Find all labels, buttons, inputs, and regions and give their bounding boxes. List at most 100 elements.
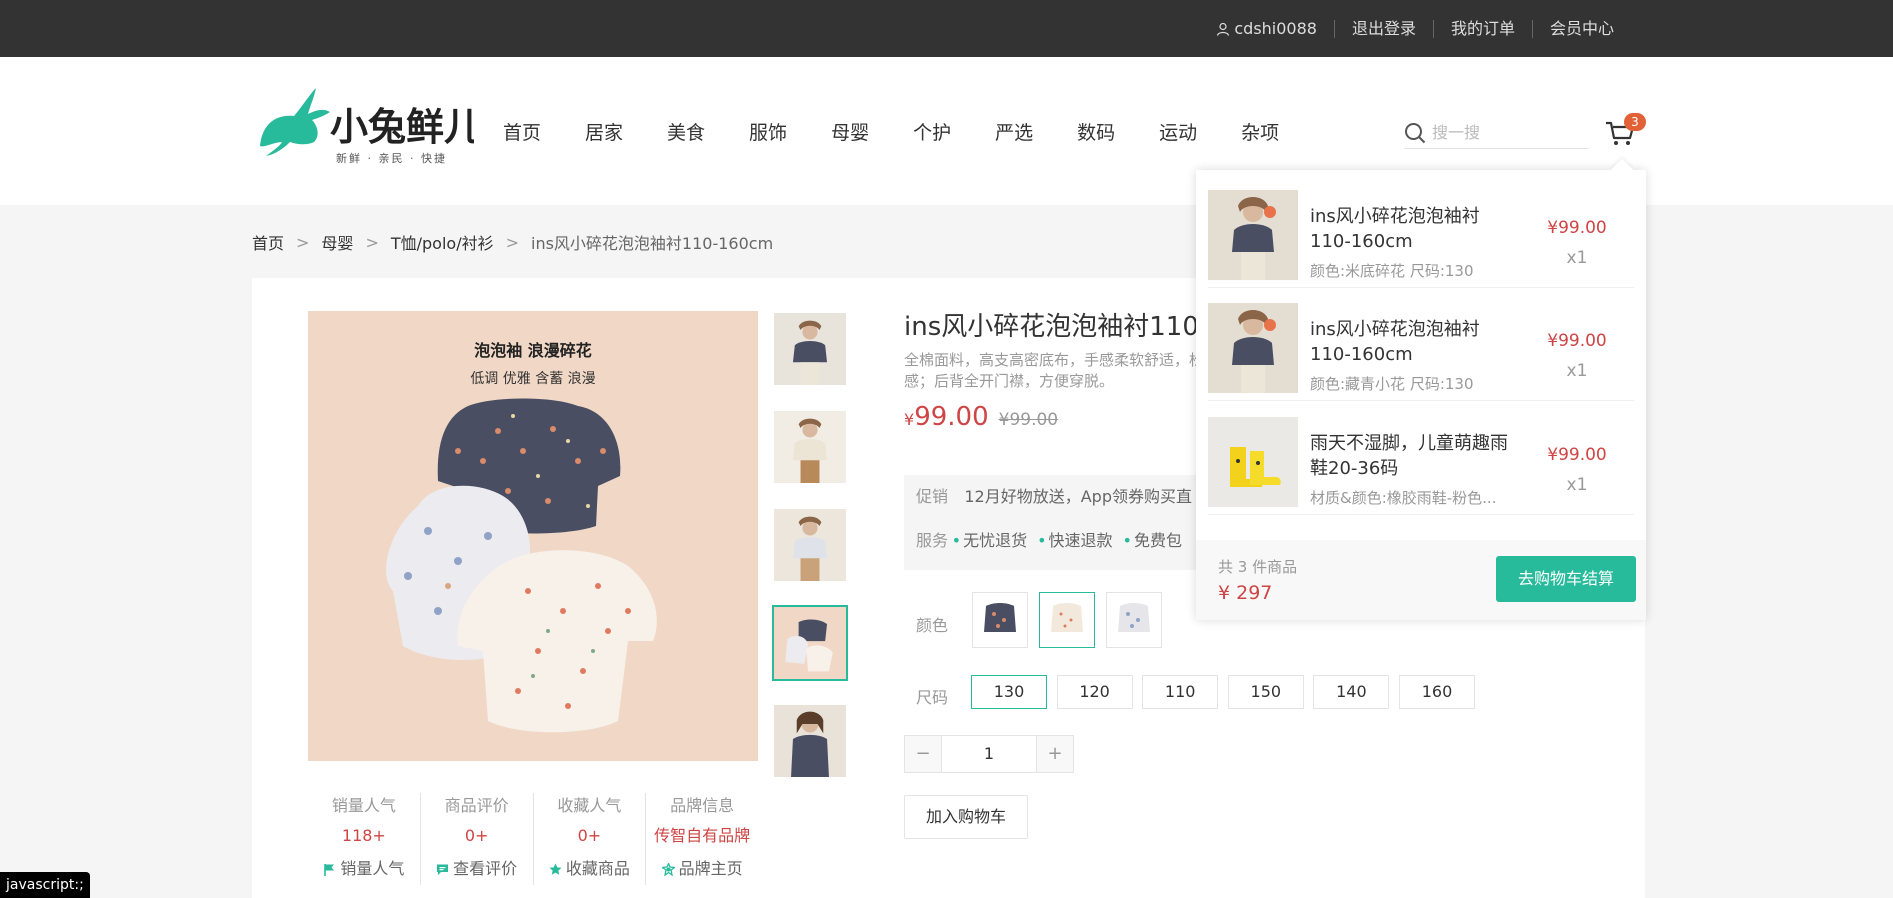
- product-main-image: 泡泡袖 浪漫碎花 低调 优雅 含蓄 浪漫: [308, 311, 758, 761]
- logout-link[interactable]: 退出登录: [1333, 19, 1433, 38]
- rabbit-logo-icon: [260, 88, 330, 156]
- cart-item[interactable]: ins风小碎花泡泡袖衬110-160cm 颜色:藏青小花 尺码:130 ¥99.…: [1208, 291, 1634, 401]
- cart-item[interactable]: 雨天不湿脚，儿童萌趣雨鞋20-36码 材质&颜色:橡胶雨鞋-粉色... ¥99.…: [1208, 405, 1634, 515]
- checkout-button[interactable]: 去购物车结算: [1496, 556, 1636, 602]
- breadcrumb-link[interactable]: 母婴: [321, 230, 353, 254]
- cart-total-count: 共 3 件商品: [1218, 558, 1298, 576]
- stat-value: 0+: [464, 826, 489, 845]
- search-box[interactable]: [1404, 117, 1589, 149]
- svg-text:泡泡袖 浪漫碎花: 泡泡袖 浪漫碎花: [474, 341, 592, 360]
- color-label: 颜色: [916, 616, 949, 635]
- breadcrumb-link[interactable]: 首页: [252, 230, 284, 254]
- star-icon: [549, 863, 562, 875]
- cart-item-price: ¥99.00: [1547, 331, 1607, 351]
- username: cdshi0088: [1234, 18, 1317, 38]
- thumbnail[interactable]: [772, 409, 848, 485]
- user-link[interactable]: cdshi0088: [1199, 18, 1334, 38]
- cart-footer: 共 3 件商品 ¥ 297 去购物车结算: [1196, 540, 1646, 620]
- nav-item[interactable]: 服饰: [749, 118, 787, 145]
- quantity-stepper: − 1 +: [904, 735, 1074, 773]
- logo[interactable]: 小兔鲜儿 新鲜 · 亲民 · 快捷: [254, 84, 474, 168]
- search-input[interactable]: [1432, 123, 1582, 142]
- breadcrumb-separator: >: [365, 232, 379, 252]
- qty-plus-button[interactable]: +: [1037, 736, 1073, 772]
- cart-item-price: ¥99.00: [1547, 445, 1607, 465]
- size-option[interactable]: 160: [1399, 675, 1475, 709]
- nav-item[interactable]: 运动: [1159, 118, 1197, 145]
- cart-item-price: ¥99.00: [1547, 218, 1607, 238]
- qty-value[interactable]: 1: [941, 736, 1037, 772]
- cart-count-badge: 3: [1624, 113, 1646, 131]
- cart-item-name: 雨天不湿脚，儿童萌趣雨鞋20-36码: [1310, 433, 1508, 479]
- cart-item-image: [1208, 303, 1298, 393]
- cart-item-name: ins风小碎花泡泡袖衬110-160cm: [1310, 319, 1480, 365]
- top-links: cdshi0088 退出登录 我的订单 会员中心: [1199, 0, 1631, 57]
- nav-item[interactable]: 美食: [667, 118, 705, 145]
- top-bar: cdshi0088 退出登录 我的订单 会员中心: [0, 0, 1893, 57]
- size-option[interactable]: 110: [1142, 675, 1219, 709]
- color-option[interactable]: [1106, 592, 1162, 648]
- cart-item-qty: x1: [1566, 475, 1588, 495]
- color-option[interactable]: [972, 592, 1028, 648]
- service-item: • 快速退款: [1037, 531, 1113, 550]
- product-description: 全棉面料，高支高密底布，手感柔软舒适，松感；后背全开门襟，方便穿脱。: [904, 351, 1205, 390]
- stat-action[interactable]: 销量人气: [308, 853, 420, 885]
- nav-item[interactable]: 数码: [1077, 118, 1115, 145]
- cart-item-image: [1208, 417, 1298, 507]
- size-label: 尺码: [916, 688, 949, 707]
- promo-text: 12月好物放送，App领券购买直: [964, 487, 1192, 506]
- nav-item[interactable]: 母婴: [831, 118, 869, 145]
- member-center-link[interactable]: 会员中心: [1531, 19, 1631, 38]
- color-option-selected[interactable]: [1039, 592, 1095, 648]
- stat-block: 品牌信息传智自有品牌品牌主页: [645, 793, 758, 885]
- cart-item-attr: 颜色:藏青小花 尺码:130: [1310, 375, 1474, 393]
- stat-block: 商品评价 0+ 查看评价: [419, 793, 533, 885]
- breadcrumb-current: ins风小碎花泡泡袖衬110-160cm: [531, 234, 774, 253]
- my-orders-link[interactable]: 我的订单: [1432, 19, 1532, 38]
- color-swatch-image: [1043, 596, 1091, 644]
- add-to-cart-button[interactable]: 加入购物车: [904, 795, 1028, 839]
- product-info: ins风小碎花泡泡袖衬110-1 全棉面料，高支高密底布，手感柔软舒适，松感；后…: [904, 310, 1225, 432]
- service-item: • 免费包: [1122, 531, 1182, 550]
- original-price: ¥99.00: [998, 410, 1059, 430]
- stat-label: 商品评价: [444, 796, 509, 815]
- stat-action[interactable]: 查看评价: [421, 853, 533, 885]
- promo-box: 促销 12月好物放送，App领券购买直 服务 • 无忧退货 • 快速退款 • 免费包: [904, 475, 1204, 570]
- thumbnail[interactable]: [772, 311, 848, 387]
- stat-value: 传智自有品牌: [654, 826, 751, 845]
- nav-item[interactable]: 杂项: [1241, 118, 1279, 145]
- color-swatch-image: [1110, 596, 1158, 644]
- flag-icon: [324, 863, 335, 876]
- nav-item[interactable]: 严选: [995, 118, 1033, 145]
- stat-value: 118+: [341, 826, 386, 845]
- breadcrumb-separator: >: [505, 232, 519, 252]
- size-option-selected[interactable]: 130: [971, 675, 1047, 709]
- nav-item[interactable]: 首页: [503, 118, 541, 145]
- thumbnail[interactable]: [772, 507, 848, 583]
- qty-minus-button[interactable]: −: [905, 736, 941, 772]
- stat-action[interactable]: 品牌主页: [646, 853, 758, 885]
- brand-icon: [661, 862, 675, 876]
- cart-item-qty: x1: [1566, 248, 1588, 268]
- thumbnail-selected[interactable]: [772, 605, 848, 681]
- cart-total-sum: ¥ 297: [1218, 582, 1273, 604]
- size-option[interactable]: 140: [1313, 675, 1390, 709]
- current-price: ¥99.00: [904, 402, 989, 432]
- size-option[interactable]: 120: [1056, 675, 1133, 709]
- stat-label: 品牌信息: [670, 796, 735, 815]
- stat-label: 销量人气: [331, 796, 396, 815]
- nav-item[interactable]: 个护: [913, 118, 951, 145]
- cart-item-attr: 材质&颜色:橡胶雨鞋-粉色...: [1310, 489, 1497, 507]
- search-icon: [1405, 122, 1426, 143]
- thumbnail[interactable]: [772, 703, 848, 779]
- nav-item[interactable]: 居家: [585, 118, 623, 145]
- size-option[interactable]: 150: [1227, 675, 1304, 709]
- user-icon: [1217, 22, 1230, 36]
- cart-item[interactable]: ins风小碎花泡泡袖衬110-160cm 颜色:米底碎花 尺码:130 ¥99.…: [1208, 178, 1634, 288]
- product-stats: 销量人气 118+ 销量人气 商品评价 0+ 查看评价 收藏人气 0+ 收藏商品 品牌信息 传智自有…: [308, 793, 758, 885]
- stat-action[interactable]: 收藏商品: [534, 853, 646, 885]
- stat-label: 收藏人气: [557, 796, 622, 815]
- breadcrumb-link[interactable]: T恤/polo/衬衫: [391, 230, 494, 254]
- svg-text:小兔鲜儿: 小兔鲜儿: [330, 105, 474, 149]
- cart-item-qty: x1: [1566, 361, 1588, 381]
